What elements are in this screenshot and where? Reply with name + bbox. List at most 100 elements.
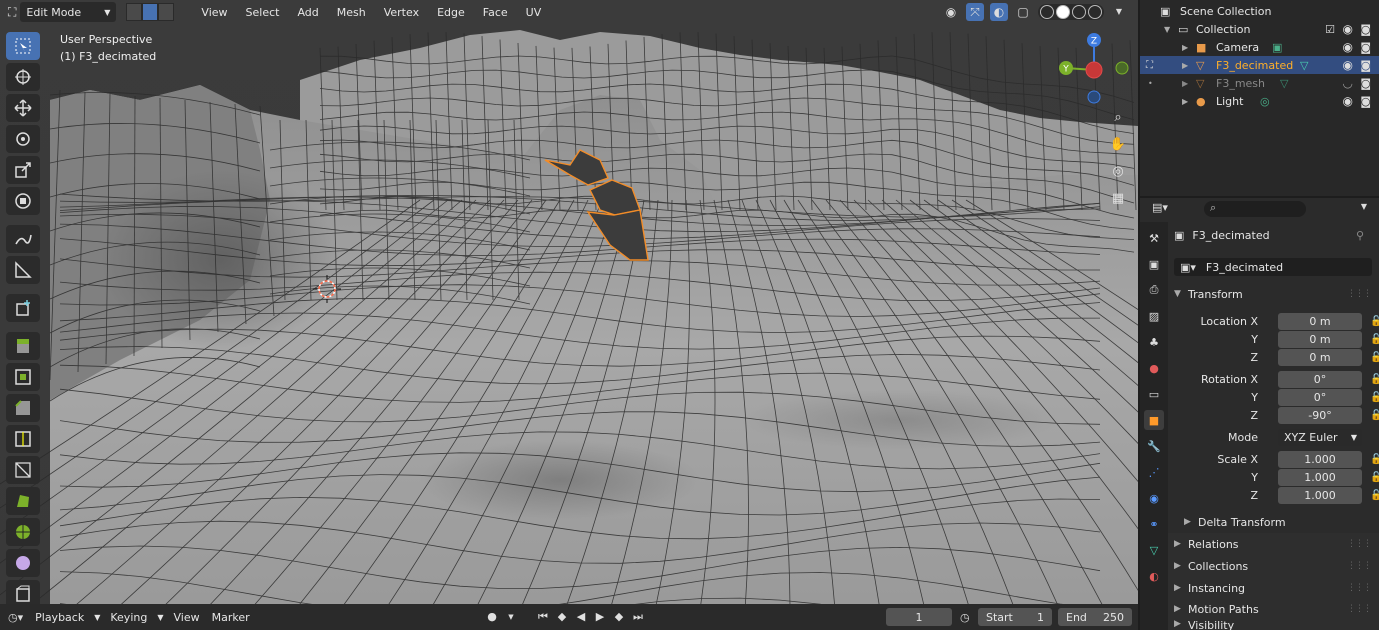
annotate-tool[interactable] — [6, 225, 40, 253]
wireframe-shading-icon[interactable] — [1040, 5, 1054, 19]
outliner-item-f3-decimated[interactable]: ⛶ ▶ ▽ F3_decimated ▽ ◉ ◙ — [1140, 56, 1379, 74]
outliner-item-camera[interactable]: ▶ ■ Camera ▣ ◉ ◙ — [1140, 38, 1379, 56]
expand-arrow-icon[interactable]: ▶ — [1182, 61, 1188, 70]
neg-y-axis-handle[interactable] — [1115, 61, 1129, 75]
navigation-gizmo[interactable]: Z Y — [1056, 30, 1136, 110]
editor-type-icon[interactable]: ⛶ — [8, 5, 16, 20]
scale-y-field[interactable]: 1.000 — [1278, 468, 1362, 486]
edge-select-button[interactable] — [142, 3, 159, 21]
3d-viewport[interactable]: ⛶ Edit Mode ▼ View Select Add Mesh Verte… — [0, 0, 1138, 604]
rotation-z-field[interactable]: -90° — [1278, 406, 1362, 424]
object-tab-icon[interactable]: ■ — [1144, 410, 1164, 430]
motion-paths-panel-header[interactable]: ▶ Motion Paths ⋮⋮⋮ — [1168, 598, 1379, 620]
timeline-editor-icon[interactable]: ◷▾ — [8, 611, 23, 624]
inset-tool[interactable] — [6, 363, 40, 391]
lock-icon[interactable]: 🔓 — [1370, 410, 1379, 421]
eye-closed-icon[interactable]: ◡ — [1343, 76, 1353, 90]
play-icon[interactable]: ▶ — [592, 609, 608, 625]
checkbox-icon[interactable]: ☑ — [1325, 23, 1335, 36]
relations-panel-header[interactable]: ▶ Relations ⋮⋮⋮ — [1168, 533, 1379, 555]
solid-shading-icon[interactable] — [1056, 5, 1070, 19]
render-camera-icon[interactable]: ◙ — [1360, 95, 1371, 108]
transform-tool[interactable] — [6, 187, 40, 215]
scale-x-field[interactable]: 1.000 — [1278, 450, 1362, 468]
grip-icon[interactable]: ⋮⋮⋮ — [1347, 604, 1372, 614]
menu-view[interactable]: View — [194, 3, 234, 22]
gizmo-toggle-icon[interactable]: ⤧ — [966, 3, 984, 21]
location-z-field[interactable]: 0 m — [1278, 348, 1362, 366]
location-y-field[interactable]: 0 m — [1278, 330, 1362, 348]
rotate-tool[interactable] — [6, 125, 40, 153]
view-layer-tab-icon[interactable]: ▨ — [1144, 306, 1164, 326]
neg-z-axis-handle[interactable] — [1087, 90, 1101, 104]
ortho-grid-icon[interactable]: ▦ — [1106, 187, 1130, 209]
eye-icon[interactable]: ◉ — [1343, 58, 1353, 72]
pan-hand-icon[interactable]: ✋ — [1106, 133, 1130, 155]
jump-end-icon[interactable]: ⏭ — [630, 609, 646, 625]
scale-tool[interactable] — [6, 156, 40, 184]
play-reverse-icon[interactable]: ◀ — [573, 609, 589, 625]
lock-icon[interactable]: 🔓 — [1370, 472, 1379, 483]
record-icon[interactable]: ● — [484, 609, 500, 625]
knife-tool[interactable] — [6, 456, 40, 484]
pin-icon[interactable]: ⚲ — [1356, 229, 1364, 242]
render-camera-icon[interactable]: ◙ — [1360, 41, 1371, 54]
menu-select[interactable]: Select — [239, 3, 287, 22]
expand-arrow-icon[interactable]: ▼ — [1164, 25, 1170, 34]
tool-tab-icon[interactable]: ⚒ — [1144, 228, 1164, 248]
current-frame-field[interactable]: 1 — [886, 608, 952, 626]
vertex-select-button[interactable] — [126, 3, 143, 21]
expand-arrow-icon[interactable]: ▶ — [1182, 97, 1188, 106]
menu-uv[interactable]: UV — [519, 3, 549, 22]
render-camera-icon[interactable]: ◙ — [1360, 59, 1371, 72]
menu-add[interactable]: Add — [290, 3, 325, 22]
prev-keyframe-icon[interactable]: ◆ — [554, 609, 570, 625]
collections-panel-header[interactable]: ▶ Collections ⋮⋮⋮ — [1168, 555, 1379, 577]
menu-marker[interactable]: Marker — [206, 611, 256, 624]
grip-icon[interactable]: ⋮⋮⋮ — [1347, 583, 1372, 593]
menu-playback[interactable]: Playback — [29, 611, 90, 624]
visibility-icon[interactable]: ◉ — [942, 3, 960, 21]
material-tab-icon[interactable]: ◐ — [1144, 566, 1164, 586]
select-box-tool[interactable] — [6, 32, 40, 60]
eye-icon[interactable]: ◉ — [1343, 40, 1353, 54]
collection-tab-icon[interactable]: ▭ — [1144, 384, 1164, 404]
scale-z-field[interactable]: 1.000 — [1278, 486, 1362, 504]
smooth-tool[interactable] — [6, 549, 40, 577]
x-axis-handle[interactable] — [1085, 61, 1103, 79]
outliner-item-light[interactable]: ▶ ● Light ◎ ◉ ◙ — [1140, 92, 1379, 110]
rendered-shading-icon[interactable] — [1088, 5, 1102, 19]
grip-icon[interactable]: ⋮⋮⋮ — [1347, 561, 1372, 571]
lock-icon[interactable]: 🔓 — [1370, 490, 1379, 501]
menu-vertex[interactable]: Vertex — [377, 3, 426, 22]
lock-icon[interactable]: 🔓 — [1370, 374, 1379, 385]
rotation-mode-dropdown[interactable]: XYZ Euler ▼ — [1278, 428, 1362, 446]
cursor-tool[interactable] — [6, 63, 40, 91]
visibility-panel-header[interactable]: ▶ Visibility — [1168, 619, 1379, 630]
camera-view-icon[interactable]: ◎ — [1106, 160, 1130, 182]
modifier-tab-icon[interactable]: 🔧 — [1144, 436, 1164, 456]
spin-tool[interactable] — [6, 518, 40, 546]
menu-mesh[interactable]: Mesh — [330, 3, 373, 22]
instancing-panel-header[interactable]: ▶ Instancing ⋮⋮⋮ — [1168, 577, 1379, 599]
mode-dropdown[interactable]: Edit Mode ▼ — [20, 2, 117, 22]
properties-search-input[interactable]: ⌕ — [1204, 201, 1306, 217]
eye-icon[interactable]: ◉ — [1343, 22, 1353, 36]
expand-arrow-icon[interactable]: ▶ — [1182, 79, 1188, 88]
add-cube-tool[interactable] — [6, 294, 40, 322]
rotation-x-field[interactable]: 0° — [1278, 370, 1362, 388]
clock-icon[interactable]: ◷ — [960, 611, 970, 624]
lock-icon[interactable]: 🔓 — [1370, 334, 1379, 345]
location-x-field[interactable]: 0 m — [1278, 312, 1362, 330]
overlay-toggle-icon[interactable]: ◐ — [990, 3, 1008, 21]
xray-toggle-icon[interactable]: ▢ — [1014, 3, 1032, 21]
expand-arrow-icon[interactable]: ▶ — [1182, 43, 1188, 52]
lock-icon[interactable]: 🔓 — [1370, 454, 1379, 465]
menu-face[interactable]: Face — [476, 3, 515, 22]
loop-cut-tool[interactable] — [6, 425, 40, 453]
outliner-item-f3-mesh[interactable]: • ▶ ▽ F3_mesh ▽ ◡ ◙ — [1140, 74, 1379, 92]
rotation-y-field[interactable]: 0° — [1278, 388, 1362, 406]
measure-tool[interactable] — [6, 256, 40, 284]
zoom-icon[interactable]: ⌕ — [1106, 106, 1130, 128]
material-shading-icon[interactable] — [1072, 5, 1086, 19]
